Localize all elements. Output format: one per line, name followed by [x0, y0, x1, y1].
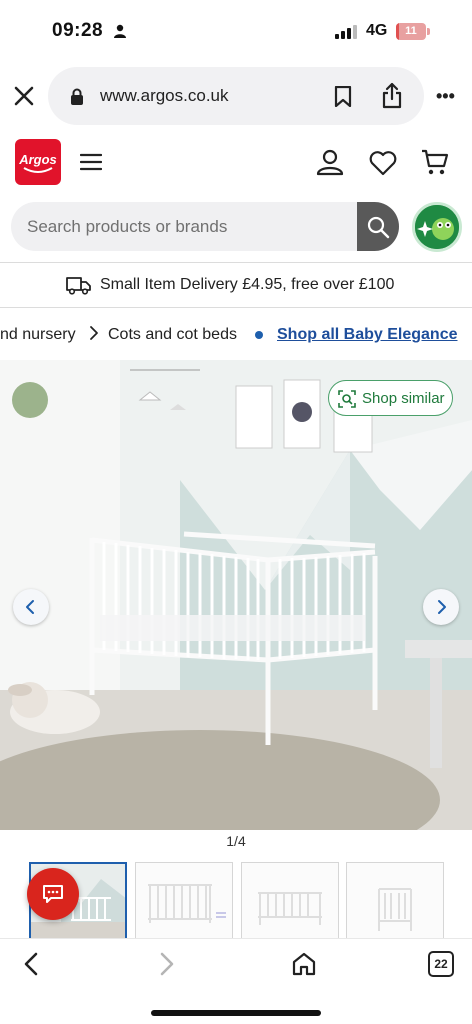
search-row: Search products or brands: [0, 196, 472, 262]
forward-icon[interactable]: [157, 951, 177, 977]
back-icon[interactable]: [21, 951, 41, 977]
visual-search-icon: [338, 390, 356, 408]
logo-text: Argos: [19, 152, 57, 167]
status-bar: 09:28 4G 11: [0, 0, 472, 62]
battery-level: 11: [405, 25, 417, 37]
shop-similar-button[interactable]: Shop similar: [328, 380, 453, 416]
breadcrumb-item[interactable]: Cots and cot beds: [108, 326, 237, 344]
logo-swoosh-icon: [23, 167, 53, 173]
close-icon[interactable]: [12, 84, 36, 108]
home-indicator: [151, 1010, 321, 1016]
menu-icon[interactable]: [80, 152, 102, 172]
account-icon[interactable]: [316, 148, 344, 176]
chevron-left-icon: [26, 600, 34, 614]
search-placeholder[interactable]: Search products or brands: [27, 217, 227, 237]
previous-image-button[interactable]: [13, 589, 49, 625]
thumbnail-2[interactable]: [135, 862, 233, 940]
thumbnail-image: [242, 863, 338, 939]
thumbnail-4[interactable]: [346, 862, 444, 940]
sparkle-icon: [415, 205, 459, 249]
browser-bottom-bar: 22: [0, 938, 472, 1024]
heart-icon[interactable]: [369, 150, 397, 176]
next-image-button[interactable]: [423, 589, 459, 625]
shop-similar-label: Shop similar: [362, 390, 445, 407]
shop-all-link[interactable]: Shop all Baby Elegance: [277, 326, 458, 344]
home-icon[interactable]: [291, 951, 317, 977]
search-input[interactable]: Search products or brands: [11, 202, 399, 251]
breadcrumb-item[interactable]: nd nursery: [0, 326, 76, 344]
delivery-banner[interactable]: Small Item Delivery £4.95, free over £10…: [0, 263, 472, 307]
argos-logo[interactable]: Argos: [15, 139, 61, 185]
site-header: Argos: [0, 130, 472, 196]
thumbnail-image: [136, 863, 232, 939]
product-image[interactable]: Shop similar: [0, 360, 472, 830]
person-icon: [114, 24, 126, 38]
chevron-right-icon: [438, 600, 446, 614]
chat-button[interactable]: [27, 868, 79, 920]
image-counter: 1/4: [226, 833, 246, 849]
tabs-button[interactable]: 22: [428, 951, 454, 977]
delivery-text: Small Item Delivery £4.95, free over £10…: [100, 276, 395, 293]
breadcrumb: nd nursery Cots and cot beds Shop all Ba…: [0, 308, 472, 360]
van-icon: [66, 277, 91, 295]
status-time: 09:28: [52, 20, 104, 41]
battery-icon: 11: [396, 23, 430, 40]
chevron-right-icon: [90, 326, 98, 340]
assistant-button[interactable]: [412, 202, 462, 252]
browser-toolbar: www.argos.co.uk •••: [0, 62, 472, 130]
chat-icon: [43, 885, 63, 903]
bookmark-icon[interactable]: [334, 86, 352, 107]
address-bar[interactable]: www.argos.co.uk: [48, 67, 424, 125]
bullet-dot: [255, 331, 263, 339]
url-text[interactable]: www.argos.co.uk: [100, 86, 229, 106]
lock-icon: [71, 88, 83, 105]
signal-icon: [335, 25, 357, 39]
more-icon[interactable]: •••: [436, 86, 458, 106]
tab-count: 22: [434, 957, 448, 971]
thumbnail-image: [347, 863, 443, 939]
share-icon[interactable]: [381, 82, 403, 109]
network-type: 4G: [366, 22, 388, 39]
search-icon: [367, 216, 390, 239]
search-button[interactable]: [357, 202, 399, 251]
basket-icon[interactable]: [421, 148, 449, 176]
cot-photo: [0, 360, 472, 830]
thumbnail-3[interactable]: [241, 862, 339, 940]
